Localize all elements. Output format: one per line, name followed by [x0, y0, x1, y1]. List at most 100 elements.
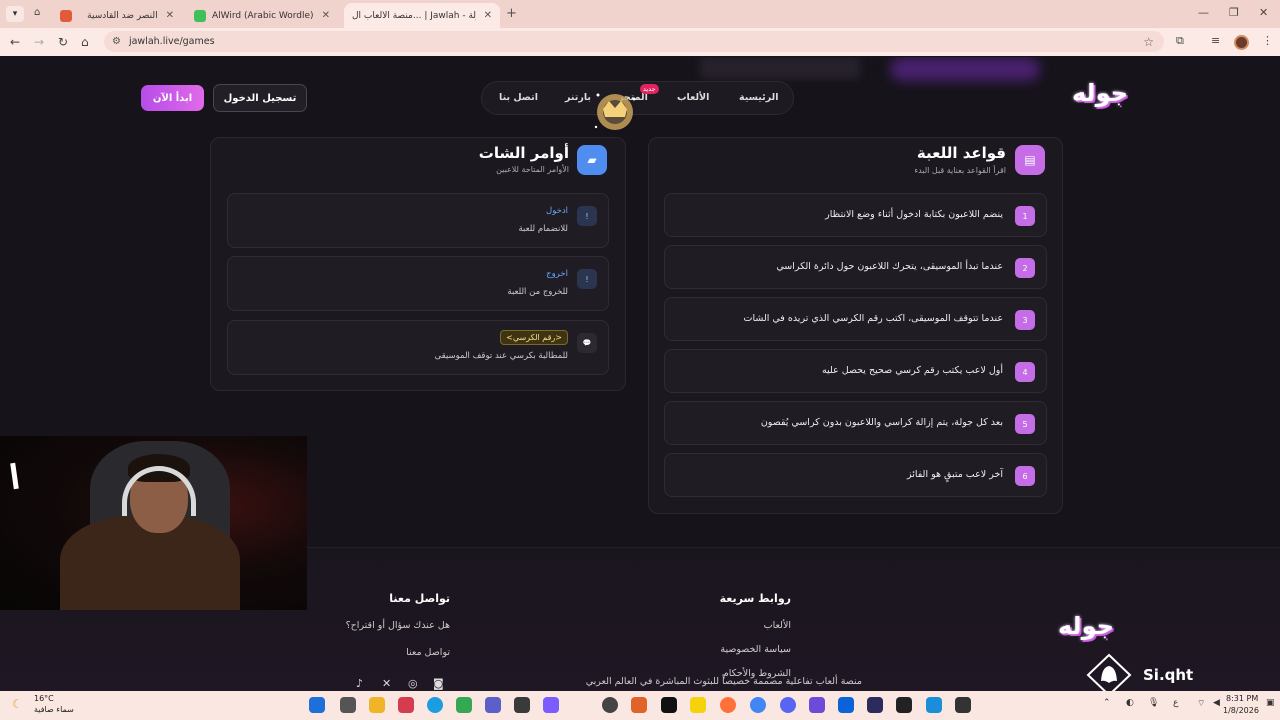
rules-title: قواعد اللعبة: [916, 144, 1006, 162]
rule-text: ينضم اللاعبون بكتابة ادخول أثناء وضع الا…: [825, 209, 1003, 220]
home-icon[interactable]: ⌂: [81, 35, 89, 49]
app-icon[interactable]: [398, 697, 414, 713]
pinned-tab-icon[interactable]: ⌂: [34, 7, 40, 18]
chat-bubble-icon: ▰: [577, 145, 607, 175]
copilot-icon[interactable]: [543, 697, 559, 713]
close-icon[interactable]: ✕: [322, 10, 330, 21]
footer-link-terms[interactable]: الشروط والأحكام: [723, 668, 791, 679]
address-bar[interactable]: ⚙ jawlah.live/games ☆: [104, 31, 1164, 52]
notifications-icon[interactable]: ▣: [1266, 698, 1275, 708]
wifi-icon[interactable]: ⌔: [1197, 698, 1205, 709]
discord-icon[interactable]: ◙: [433, 677, 444, 690]
discord-icon[interactable]: [780, 697, 796, 713]
footer-link-privacy[interactable]: سياسة الخصوصية: [720, 644, 791, 655]
task-view-icon[interactable]: [340, 697, 356, 713]
command-item: ! اخروج للخروج من اللعبة: [227, 256, 609, 311]
chrome-icon[interactable]: [750, 697, 766, 713]
nav-games[interactable]: الألعاب: [677, 92, 709, 103]
tiktok-icon[interactable]: ♪: [356, 677, 363, 690]
tab-jawlah[interactable]: منصة الألعاب ال... | Jawlah - جولة ✕: [344, 3, 500, 28]
file-explorer-icon[interactable]: [369, 697, 385, 713]
close-window-icon[interactable]: ✕: [1259, 6, 1268, 19]
footer-link-games[interactable]: الألعاب: [764, 620, 791, 631]
new-badge: جديد: [640, 84, 659, 94]
minimize-icon[interactable]: —: [1198, 6, 1209, 19]
bookmark-star-icon[interactable]: ☆: [1143, 35, 1154, 49]
volume-icon[interactable]: ◀: [1213, 698, 1220, 708]
language-indicator[interactable]: ع: [1173, 698, 1178, 708]
new-tab-icon[interactable]: +: [506, 6, 517, 21]
weather-temp[interactable]: 16°C: [34, 694, 54, 703]
url-text: jawlah.live/games: [128, 36, 215, 47]
more-icon[interactable]: ⋮: [1262, 34, 1273, 47]
extensions-icon[interactable]: ⧉: [1176, 34, 1184, 48]
start-icon[interactable]: [309, 697, 325, 713]
tray-chevron-icon[interactable]: ⌃: [1103, 698, 1111, 708]
tab-alnasr[interactable]: النصر ضد القادسية ✕: [52, 3, 182, 28]
start-now-button[interactable]: ابدأ الآن: [141, 85, 204, 111]
footer-link-question[interactable]: هل عندك سؤال أو اقتراح؟: [346, 620, 450, 631]
header-decoration: [700, 57, 860, 79]
tab-favicon: [194, 9, 206, 22]
weather-desc[interactable]: سماء صافية: [34, 705, 74, 714]
reload-icon[interactable]: ↻: [58, 35, 68, 49]
close-icon[interactable]: ✕: [484, 10, 492, 21]
mail-icon[interactable]: [838, 697, 854, 713]
close-icon[interactable]: ✕: [166, 10, 174, 21]
tray-app-icon[interactable]: ◐: [1126, 698, 1134, 708]
obs-icon[interactable]: [602, 697, 618, 713]
light-streak: [10, 462, 19, 490]
crown-sticker-icon: [594, 93, 636, 130]
tab-favicon: [60, 9, 72, 22]
play-store-icon[interactable]: [456, 697, 472, 713]
profile-avatar[interactable]: [1234, 35, 1249, 50]
commands-title: أوامر الشات: [478, 144, 569, 162]
store-icon[interactable]: [514, 697, 530, 713]
nav-contact[interactable]: اتصل بنا: [499, 92, 538, 103]
notes-icon[interactable]: [690, 697, 706, 713]
app-icon[interactable]: [926, 697, 942, 713]
x-twitter-icon[interactable]: ✕: [382, 677, 391, 690]
footer-link-contact[interactable]: تواصل معنا: [406, 647, 450, 658]
nav-home[interactable]: الرئيسية: [739, 92, 778, 103]
tab-title: النصر ضد القادسية: [87, 10, 158, 21]
rule-number: 6: [1015, 466, 1035, 486]
rule-number: 4: [1015, 362, 1035, 382]
login-button[interactable]: تسجيل الدخول: [213, 84, 307, 112]
firefox-icon[interactable]: [720, 697, 736, 713]
tab-search-button[interactable]: ▾: [6, 6, 24, 22]
rule-item: 1 ينضم اللاعبون بكتابة ادخول أثناء وضع ا…: [664, 193, 1047, 237]
app-icon[interactable]: [867, 697, 883, 713]
webcam-overlay: [0, 436, 307, 610]
clock-date[interactable]: 1/8/2026: [1223, 706, 1259, 715]
clock-time[interactable]: 8:31 PM: [1226, 694, 1258, 703]
command-item: 💬 <رقم الكرسي> للمطالبة بكرسي عند توقف ا…: [227, 320, 609, 375]
command-desc: للانضمام للعبة: [518, 224, 569, 234]
app-icon[interactable]: [896, 697, 912, 713]
snapchat-ghost-icon: [1086, 653, 1132, 691]
app-icon[interactable]: [809, 697, 825, 713]
back-icon[interactable]: ←: [10, 35, 20, 49]
tiktok-studio-icon[interactable]: [661, 697, 677, 713]
forward-icon[interactable]: →: [34, 35, 44, 49]
tab-alwird[interactable]: AlWird (Arabic Wordle) - الورد ✕: [186, 3, 338, 28]
streamer-watermark: Si.qht: [1143, 666, 1194, 684]
edge-icon[interactable]: [427, 697, 443, 713]
instagram-icon[interactable]: ◎: [408, 677, 418, 690]
page-content: جوله الرئيسية الألعاب المتجر جديد بارتنر…: [0, 57, 1280, 691]
teams-icon[interactable]: [485, 697, 501, 713]
rules-subtitle: اقرأ القواعد بعناية قبل البدء: [914, 166, 1006, 175]
rules-book-icon: ▤: [1015, 145, 1045, 175]
command-desc: للخروج من اللعبة: [507, 287, 568, 297]
app-icon[interactable]: [631, 697, 647, 713]
maximize-icon[interactable]: ❐: [1229, 6, 1239, 19]
rule-text: آخر لاعب متبقٍ هو الفائز: [906, 469, 1003, 480]
command-badge: !: [577, 269, 597, 289]
terminal-icon[interactable]: [955, 697, 971, 713]
site-info-icon[interactable]: ⚙: [112, 36, 121, 47]
rule-number: 2: [1015, 258, 1035, 278]
menu-list-icon[interactable]: ≡: [1211, 34, 1220, 47]
site-logo[interactable]: جوله: [1072, 79, 1128, 107]
microphone-icon[interactable]: 🎙: [1148, 698, 1159, 708]
weather-moon-icon[interactable]: ☾: [12, 697, 23, 711]
